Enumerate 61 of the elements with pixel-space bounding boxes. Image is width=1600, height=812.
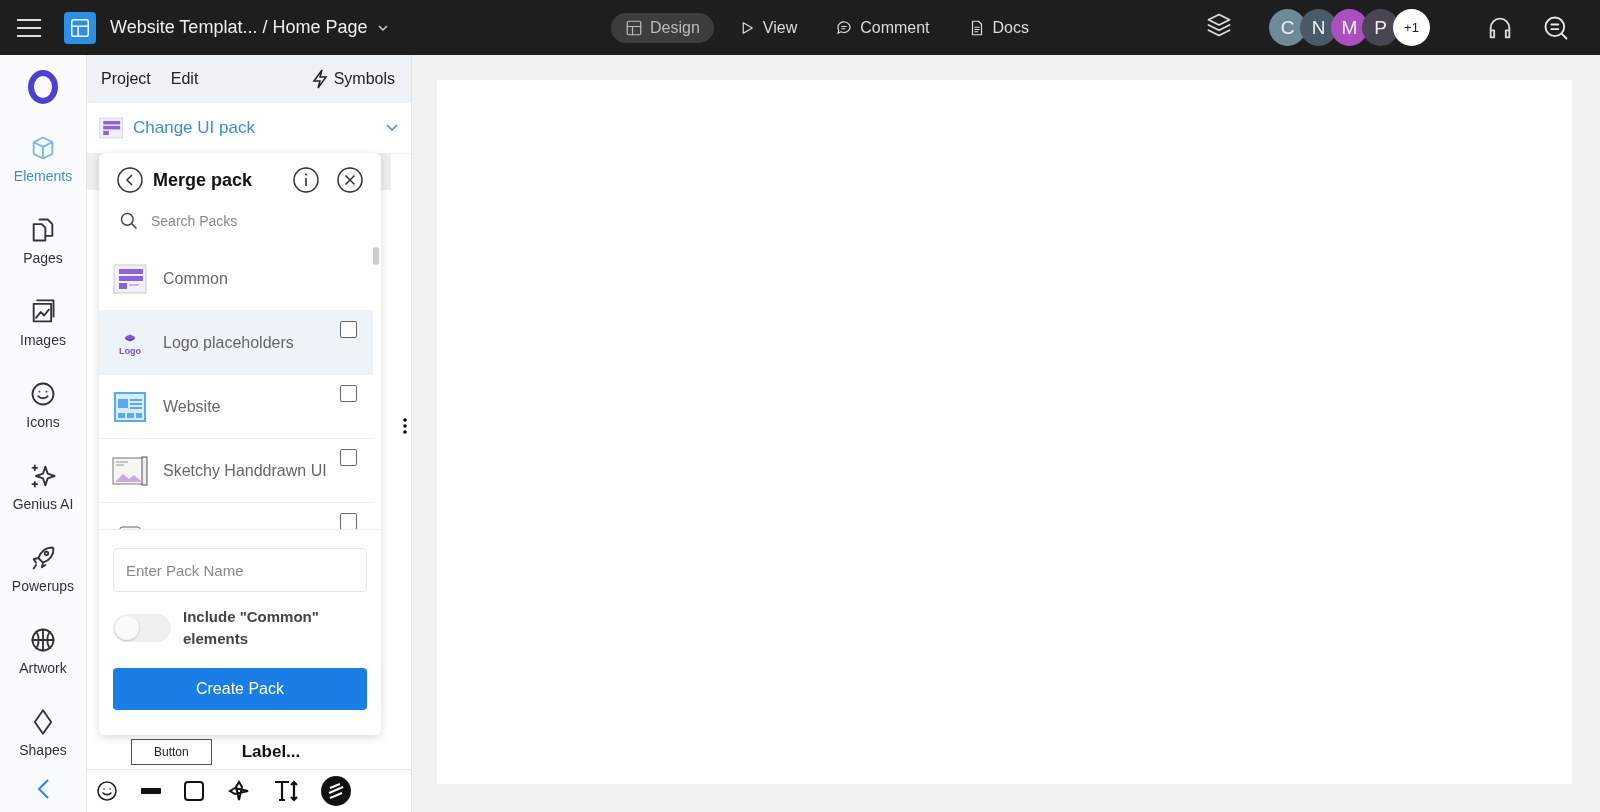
caret-icon[interactable] — [377, 23, 390, 32]
pack-name[interactable]: Logo placeholders — [163, 333, 294, 352]
app-logo-icon[interactable] — [64, 11, 96, 44]
smiley-icon[interactable] — [95, 779, 119, 803]
rectangle-icon[interactable] — [183, 780, 205, 802]
website-thumbnail-icon — [114, 391, 146, 422]
rail-tab[interactable]: Artwork — [19, 610, 67, 692]
rail-tab[interactable]: Pages — [23, 200, 63, 282]
text-size-icon[interactable] — [273, 779, 299, 803]
comment-icon — [835, 18, 854, 37]
layers-icon[interactable] — [1205, 11, 1233, 39]
toggle-label: Include "Common" elements — [183, 607, 320, 649]
info-icon[interactable] — [293, 167, 319, 193]
checkbox[interactable] — [340, 321, 357, 338]
basketball-icon — [29, 626, 57, 654]
smiley-icon — [29, 380, 57, 408]
rail-tab[interactable]: Shapes — [19, 692, 67, 774]
more-icon[interactable] — [403, 418, 407, 434]
rail-tab[interactable]: Genius AI — [12, 446, 74, 528]
checkbox[interactable] — [340, 385, 357, 402]
pack-name-field[interactable]: Enter Pack Name — [113, 548, 367, 592]
sparkle-icon — [29, 462, 57, 490]
menu-item[interactable]: Project — [101, 70, 151, 88]
search-field[interactable]: Search Packs — [149, 212, 353, 230]
mode-tab[interactable]: Docs — [953, 12, 1043, 43]
menu-icon[interactable] — [16, 17, 42, 38]
close-icon[interactable] — [337, 167, 363, 193]
document-title[interactable]: Website Templat... / Home Page — [110, 17, 368, 38]
mode-tab[interactable]: Design — [611, 12, 714, 43]
app-logo-icon — [27, 70, 59, 104]
symbols-button[interactable]: Symbols — [311, 69, 395, 89]
pack-thumbnail-icon — [99, 117, 123, 139]
button-element[interactable]: Button — [131, 739, 212, 765]
back-icon[interactable] — [117, 167, 143, 193]
sketch-thumbnail-icon — [112, 455, 148, 486]
layout-icon — [625, 18, 643, 37]
pack-thumbnail-icon — [113, 263, 147, 294]
checkbox[interactable] — [340, 449, 357, 466]
label-element[interactable]: Label... — [241, 742, 301, 762]
mode-tab[interactable]: Comment — [821, 12, 944, 43]
checkbox[interactable] — [340, 513, 357, 529]
thumbnail-label: Logo — [119, 345, 141, 356]
mode-tab[interactable]: View — [723, 12, 812, 43]
scrollbar-thumb[interactable] — [373, 247, 379, 265]
lightning-icon — [311, 69, 328, 89]
avatar[interactable]: +1 — [1393, 9, 1430, 46]
search-icon — [119, 211, 139, 231]
pack-name[interactable]: Sketchy Handdrawn UI — [163, 461, 327, 480]
rail-tab[interactable]: Images — [20, 282, 66, 364]
chevron-icon[interactable] — [385, 123, 399, 133]
toggle-switch[interactable] — [113, 614, 171, 642]
rail-tab[interactable]: Icons — [26, 364, 60, 446]
pack-row-highlight[interactable]: Logo Logo placeholders — [99, 311, 373, 375]
change-ui-pack-link[interactable]: Change UI pack — [133, 118, 255, 138]
panel-title: Merge pack — [153, 169, 254, 191]
pack-name[interactable]: Common — [163, 269, 228, 288]
create-pack-button[interactable]: Create Pack — [113, 668, 367, 710]
menu-item[interactable]: Edit — [170, 70, 199, 88]
squiggle-logo-icon[interactable] — [321, 776, 351, 806]
rail-tab[interactable]: Powerups — [11, 528, 75, 610]
pack-name[interactable]: Website — [163, 397, 221, 416]
